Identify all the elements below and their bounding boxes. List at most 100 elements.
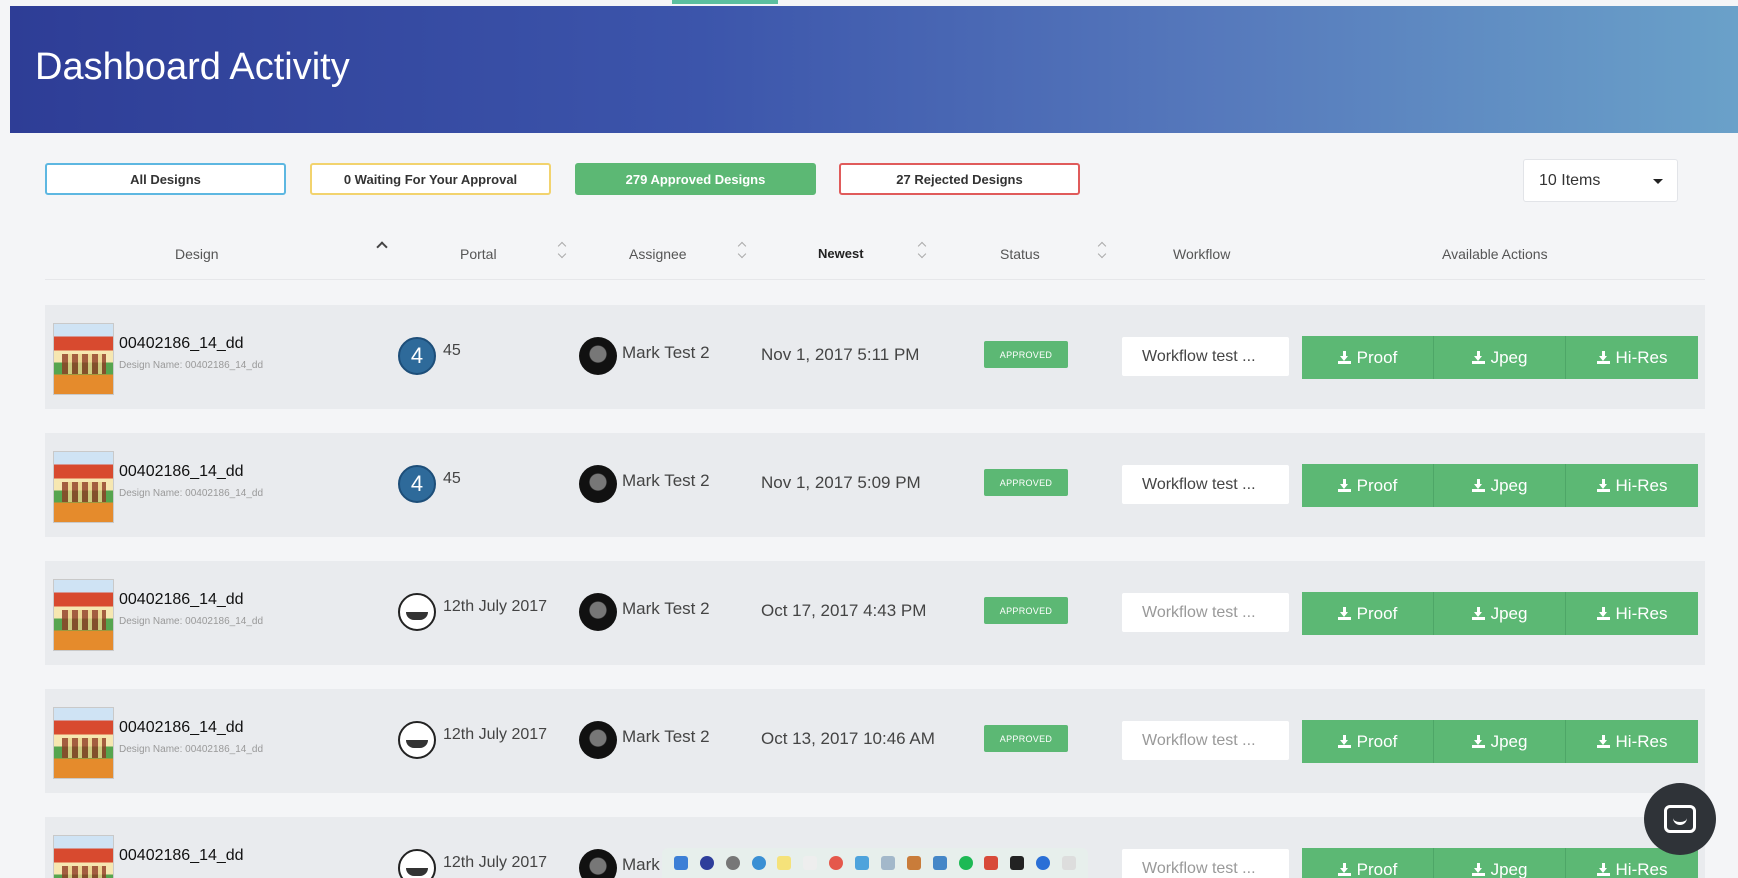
- launchpad-icon[interactable]: [699, 856, 714, 870]
- table-row[interactable]: 00402186_14_dd Design Name: 00402186_14_…: [45, 433, 1705, 537]
- hi-res-button[interactable]: Hi-Res: [1566, 720, 1698, 763]
- download-icon: [1337, 607, 1351, 620]
- proof-button[interactable]: Proof: [1302, 336, 1434, 379]
- hi-res-button[interactable]: Hi-Res: [1566, 592, 1698, 635]
- download-icon: [1471, 863, 1485, 876]
- sort-ascending-icon[interactable]: [377, 240, 387, 250]
- column-header-design[interactable]: Design: [175, 246, 219, 262]
- hi-res-label: Hi-Res: [1615, 603, 1668, 623]
- hi-res-button[interactable]: Hi-Res: [1566, 336, 1698, 379]
- photos-icon[interactable]: [829, 856, 844, 870]
- os-dock: [662, 848, 1088, 878]
- app-icon[interactable]: [984, 856, 999, 870]
- filter-approved-button[interactable]: 279 Approved Designs: [575, 163, 816, 195]
- jpeg-button[interactable]: Jpeg: [1434, 592, 1566, 635]
- hi-res-button[interactable]: Hi-Res: [1566, 464, 1698, 507]
- download-icon: [1596, 351, 1610, 364]
- portal-logo-icon: [398, 721, 436, 759]
- filter-rejected-button[interactable]: 27 Rejected Designs: [839, 163, 1080, 195]
- design-thumbnail[interactable]: [53, 835, 114, 878]
- row-actions: Proof Jpeg Hi-Res: [1302, 720, 1698, 763]
- column-header-assignee[interactable]: Assignee: [629, 246, 687, 262]
- proof-label: Proof: [1356, 347, 1398, 367]
- workflow-field[interactable]: Workflow test ...: [1122, 849, 1289, 878]
- design-subtitle: Design Name: 00402186_14_dd: [119, 616, 263, 627]
- table-row[interactable]: 00402186_14_dd Design Name: 00402186_14_…: [45, 305, 1705, 409]
- column-header-newest[interactable]: Newest: [818, 246, 864, 261]
- calendar-icon[interactable]: [803, 856, 818, 870]
- sort-icon[interactable]: [1098, 242, 1108, 258]
- proof-label: Proof: [1356, 603, 1398, 623]
- design-title[interactable]: 00402186_14_dd: [119, 719, 244, 737]
- app-icon[interactable]: [1036, 856, 1051, 870]
- sort-icon[interactable]: [918, 242, 928, 258]
- design-thumbnail[interactable]: [53, 323, 114, 395]
- portal-logo-icon: [398, 849, 436, 878]
- jpeg-button[interactable]: Jpeg: [1434, 848, 1566, 878]
- trash-icon[interactable]: [1062, 856, 1077, 870]
- app-icon[interactable]: [906, 856, 921, 870]
- table-row[interactable]: 00402186_14_dd Design Name: 00402186_14_…: [45, 561, 1705, 665]
- proof-label: Proof: [1356, 731, 1398, 751]
- row-actions: Proof Jpeg Hi-Res: [1302, 464, 1698, 507]
- workflow-field[interactable]: Workflow test ...: [1122, 593, 1289, 632]
- workflow-field[interactable]: Workflow test ...: [1122, 337, 1289, 376]
- notes-icon[interactable]: [777, 856, 792, 870]
- download-icon: [1471, 735, 1485, 748]
- workflow-field[interactable]: Workflow test ...: [1122, 721, 1289, 760]
- jpeg-button[interactable]: Jpeg: [1434, 336, 1566, 379]
- design-title[interactable]: 00402186_14_dd: [119, 463, 244, 481]
- assignee-avatar: [579, 721, 617, 759]
- chat-launcher-button[interactable]: [1644, 783, 1716, 855]
- hi-res-label: Hi-Res: [1615, 347, 1668, 367]
- proof-button[interactable]: Proof: [1302, 848, 1434, 878]
- items-per-page-select[interactable]: 10 Items: [1523, 159, 1678, 202]
- page-title: Dashboard Activity: [35, 46, 350, 88]
- proof-button[interactable]: Proof: [1302, 464, 1434, 507]
- filter-waiting-button[interactable]: 0 Waiting For Your Approval: [310, 163, 551, 195]
- terminal-icon[interactable]: [1010, 856, 1025, 870]
- design-title[interactable]: 00402186_14_dd: [119, 847, 244, 865]
- jpeg-label: Jpeg: [1490, 347, 1528, 367]
- jpeg-button[interactable]: Jpeg: [1434, 720, 1566, 763]
- download-icon: [1596, 735, 1610, 748]
- download-icon: [1337, 351, 1351, 364]
- assignee-avatar: [579, 337, 617, 375]
- design-thumbnail[interactable]: [53, 707, 114, 779]
- column-header-status[interactable]: Status: [1000, 246, 1040, 262]
- dashboard-page: Dashboard Activity All Designs 0 Waiting…: [0, 0, 1738, 878]
- proof-button[interactable]: Proof: [1302, 720, 1434, 763]
- sort-icon[interactable]: [738, 242, 748, 258]
- column-header-portal[interactable]: Portal: [460, 246, 497, 262]
- proof-label: Proof: [1356, 475, 1398, 495]
- design-thumbnail[interactable]: [53, 579, 114, 651]
- row-actions: Proof Jpeg Hi-Res: [1302, 848, 1698, 878]
- download-icon: [1337, 479, 1351, 492]
- date-text: Oct 13, 2017 10:46 AM: [761, 729, 935, 748]
- proof-button[interactable]: Proof: [1302, 592, 1434, 635]
- assignee-avatar: [579, 849, 617, 878]
- table-row[interactable]: 00402186_14_dd Design Name: 00402186_14_…: [45, 689, 1705, 793]
- jpeg-label: Jpeg: [1490, 731, 1528, 751]
- chat-bubble-icon: [1664, 805, 1696, 833]
- portal-icon: 4: [398, 465, 436, 503]
- app-icon[interactable]: [855, 856, 870, 870]
- app-icon[interactable]: [880, 856, 895, 870]
- jpeg-label: Jpeg: [1490, 603, 1528, 623]
- finder-icon[interactable]: [673, 856, 688, 870]
- workflow-field[interactable]: Workflow test ...: [1122, 465, 1289, 504]
- download-icon: [1596, 863, 1610, 876]
- filter-all-designs-button[interactable]: All Designs: [45, 163, 286, 195]
- sort-icon[interactable]: [558, 242, 568, 258]
- system-icon[interactable]: [725, 856, 740, 870]
- safari-icon[interactable]: [751, 856, 766, 870]
- hi-res-label: Hi-Res: [1615, 475, 1668, 495]
- column-header-workflow: Workflow: [1173, 246, 1231, 262]
- app-icon[interactable]: [932, 856, 947, 870]
- design-title[interactable]: 00402186_14_dd: [119, 591, 244, 609]
- design-title[interactable]: 00402186_14_dd: [119, 335, 244, 353]
- assignee-avatar: [579, 465, 617, 503]
- design-thumbnail[interactable]: [53, 451, 114, 523]
- jpeg-button[interactable]: Jpeg: [1434, 464, 1566, 507]
- spotify-icon[interactable]: [958, 856, 973, 870]
